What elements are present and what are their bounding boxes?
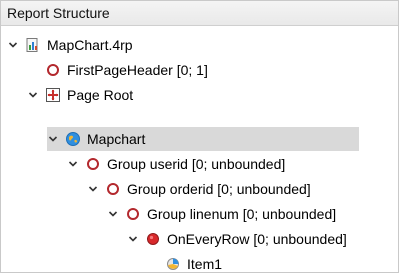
chevron-down-icon[interactable] [107, 208, 119, 220]
report-file-icon [25, 37, 41, 53]
tree-node-mapchart[interactable]: Mapchart [47, 127, 359, 151]
tree-node-group-orderid[interactable]: Group orderid [0; unbounded] [87, 177, 311, 201]
chevron-down-icon[interactable] [127, 233, 139, 245]
trigger-filled-icon [145, 231, 161, 247]
map-item-icon [165, 256, 181, 272]
chevron-down-icon[interactable] [7, 39, 19, 51]
globe-map-icon [65, 131, 81, 147]
report-structure-panel: Report Structure MapChart.4rp FirstPageH… [0, 0, 399, 273]
tree-node-on-every-row[interactable]: OnEveryRow [0; unbounded] [127, 227, 347, 251]
page-root-icon [45, 87, 61, 103]
tree-node-group-userid[interactable]: Group userid [0; unbounded] [67, 152, 285, 176]
tree-node-label: MapChart.4rp [47, 37, 133, 53]
tree-node-label: Item1 [187, 256, 223, 272]
group-ring-icon [85, 156, 101, 172]
tree-node-item1[interactable]: Item1 [165, 252, 222, 276]
tree-node-page-root[interactable]: Page Root [27, 83, 133, 107]
tree-node-label: FirstPageHeader [0; 1] [67, 62, 208, 78]
tree-node-label: Page Root [67, 87, 134, 103]
tree-node-label: Mapchart [87, 131, 146, 147]
tree-node-label: OnEveryRow [0; unbounded] [167, 231, 347, 247]
chevron-down-icon[interactable] [87, 183, 99, 195]
chevron-down-icon[interactable] [27, 89, 39, 101]
tree-node-first-page-header[interactable]: FirstPageHeader [0; 1] [45, 58, 208, 82]
chevron-down-icon[interactable] [67, 158, 79, 170]
group-ring-icon [125, 206, 141, 222]
tree-node-group-linenum[interactable]: Group linenum [0; unbounded] [107, 202, 336, 226]
panel-title: Report Structure [1, 1, 398, 26]
tree-node-root[interactable]: MapChart.4rp [7, 33, 133, 57]
tree-node-label: Group linenum [0; unbounded] [147, 206, 337, 222]
chevron-down-icon[interactable] [47, 133, 59, 145]
section-ring-icon [45, 62, 61, 78]
tree-node-label: Group orderid [0; unbounded] [127, 181, 311, 197]
group-ring-icon [105, 181, 121, 197]
tree-node-label: Group userid [0; unbounded] [107, 156, 286, 172]
